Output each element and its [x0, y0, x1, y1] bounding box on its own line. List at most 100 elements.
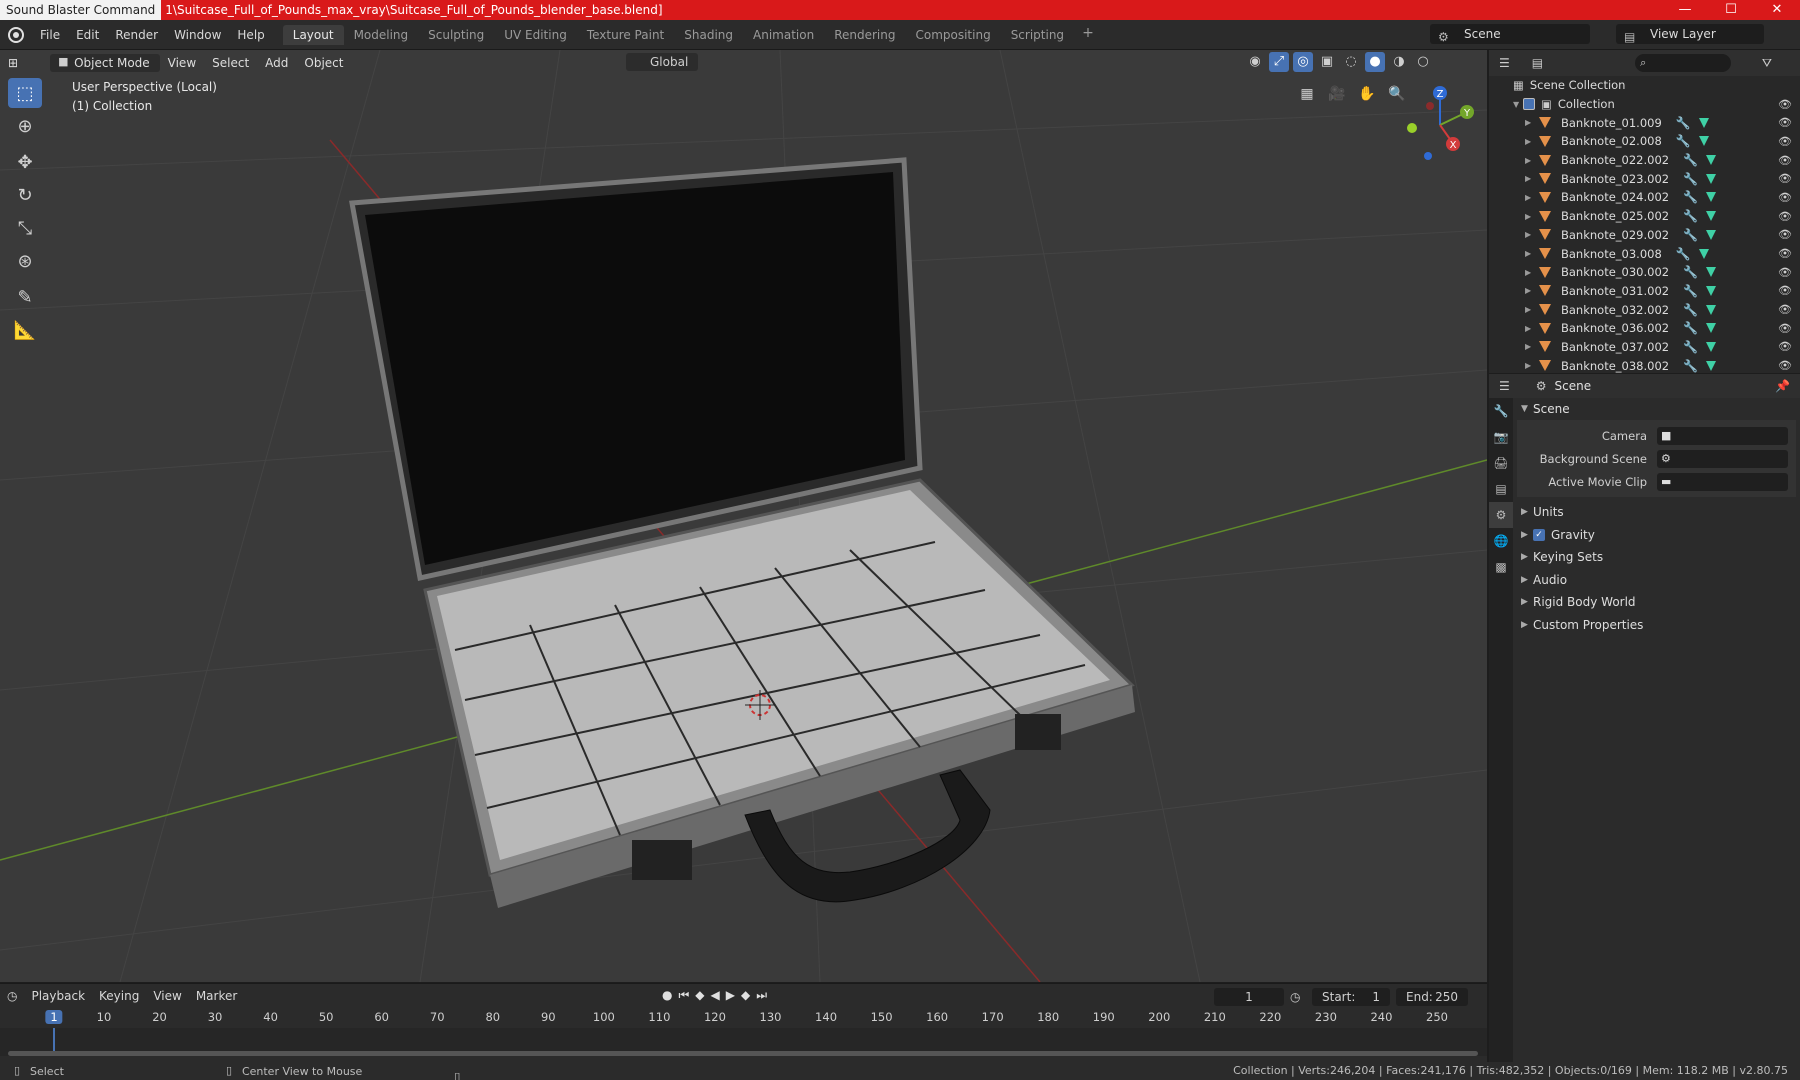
expand-arrow-icon[interactable]: ▶: [1525, 324, 1535, 333]
blender-logo-icon[interactable]: [8, 26, 24, 43]
outliner-object-row[interactable]: ▶ Banknote_031.002 🔧 👁: [1489, 282, 1800, 301]
modifier-wrench-icon[interactable]: 🔧: [1683, 321, 1698, 335]
modifier-wrench-icon[interactable]: 🔧: [1676, 116, 1691, 130]
eye-icon[interactable]: 👁: [1778, 303, 1792, 316]
play-reverse-icon[interactable]: ◀: [711, 988, 720, 1003]
menu-window[interactable]: Window: [166, 28, 229, 42]
outliner-object-row[interactable]: ▶ Banknote_030.002 🔧 👁: [1489, 263, 1800, 282]
outliner-object-row[interactable]: ▶ Banknote_036.002 🔧 👁: [1489, 319, 1800, 338]
tab-texture-paint[interactable]: Texture Paint: [577, 25, 674, 45]
outliner-object-row[interactable]: ▶ Banknote_02.008 🔧 👁: [1489, 132, 1800, 151]
eye-icon[interactable]: 👁: [1778, 116, 1792, 129]
expand-arrow-icon[interactable]: ▶: [1525, 156, 1535, 165]
modifier-wrench-icon[interactable]: 🔧: [1683, 190, 1698, 204]
outliner-editor-icon[interactable]: ☰: [1499, 56, 1510, 70]
current-frame-field[interactable]: 1: [1214, 988, 1284, 1006]
outliner-object-row[interactable]: ▶ Banknote_024.002 🔧 👁: [1489, 188, 1800, 207]
timeline-scrollbar[interactable]: [8, 1051, 1478, 1056]
mesh-data-icon[interactable]: [1698, 117, 1709, 128]
menu-render[interactable]: Render: [107, 28, 166, 42]
outliner-object-row[interactable]: ▶ Banknote_037.002 🔧 👁: [1489, 338, 1800, 357]
modifier-wrench-icon[interactable]: 🔧: [1683, 153, 1698, 167]
mesh-data-icon[interactable]: [1706, 267, 1717, 278]
mesh-data-icon[interactable]: [1706, 155, 1717, 166]
add-workspace-button[interactable]: +: [1074, 25, 1102, 45]
viewport-menu-object[interactable]: Object: [296, 54, 351, 72]
expand-arrow-icon[interactable]: ▶: [1525, 230, 1535, 239]
play-icon[interactable]: ▶: [726, 988, 735, 1003]
tool-tab-icon[interactable]: 🔧: [1489, 398, 1513, 424]
expand-arrow-icon[interactable]: ▶: [1525, 305, 1535, 314]
tab-layout[interactable]: Layout: [282, 24, 344, 45]
tab-modeling[interactable]: Modeling: [344, 25, 419, 45]
modifier-wrench-icon[interactable]: 🔧: [1683, 284, 1698, 298]
mesh-data-icon[interactable]: [1706, 211, 1717, 222]
timeline-menu-keying[interactable]: Keying: [92, 989, 146, 1003]
visibility-icon[interactable]: ◉: [1245, 52, 1265, 72]
tab-scripting[interactable]: Scripting: [1001, 25, 1074, 45]
viewport-menu-view[interactable]: View: [160, 54, 204, 72]
gravity-checkbox[interactable]: ✓: [1533, 528, 1545, 541]
display-mode-icon[interactable]: ▤: [1532, 56, 1543, 70]
modifier-wrench-icon[interactable]: 🔧: [1683, 303, 1698, 317]
keying-sets-panel-header[interactable]: ▶ Keying Sets: [1513, 546, 1800, 569]
mesh-data-icon[interactable]: [1706, 304, 1717, 315]
mesh-data-icon[interactable]: [1698, 136, 1709, 147]
scale-tool-icon[interactable]: ⤡: [8, 213, 42, 243]
rotate-tool-icon[interactable]: ↻: [8, 180, 42, 210]
xray-icon[interactable]: ▣: [1317, 52, 1337, 72]
expand-arrow-icon[interactable]: ▶: [1525, 361, 1535, 370]
wireframe-shading-icon[interactable]: ◌: [1341, 52, 1361, 72]
background-scene-field[interactable]: ⚙: [1657, 449, 1788, 468]
solid-shading-icon[interactable]: ●: [1365, 52, 1385, 72]
jump-end-icon[interactable]: ⏭: [756, 988, 767, 1003]
menu-edit[interactable]: Edit: [68, 28, 107, 42]
outliner-object-row[interactable]: ▶ Banknote_03.008 🔧 👁: [1489, 244, 1800, 263]
view-layer-tab-icon[interactable]: ▤: [1489, 476, 1513, 502]
end-frame-field[interactable]: End: 250: [1396, 988, 1468, 1006]
world-tab-icon[interactable]: 🌐: [1489, 528, 1513, 554]
expand-arrow-icon[interactable]: ▶: [1525, 118, 1535, 127]
prev-keyframe-icon[interactable]: ◆: [695, 988, 704, 1003]
outliner-object-row[interactable]: ▶ Banknote_022.002 🔧 👁: [1489, 151, 1800, 170]
outliner-object-row[interactable]: ▶ Banknote_01.009 🔧 👁: [1489, 113, 1800, 132]
select-box-tool-icon[interactable]: ⬚: [8, 78, 42, 108]
custom-properties-panel-header[interactable]: ▶ Custom Properties: [1513, 614, 1800, 637]
outliner-object-row[interactable]: ▶ Banknote_038.002 🔧 👁: [1489, 356, 1800, 375]
menu-file[interactable]: File: [32, 28, 68, 42]
eye-icon[interactable]: 👁: [1778, 98, 1792, 111]
mesh-data-icon[interactable]: [1706, 229, 1717, 240]
start-frame-field[interactable]: Start: 1: [1312, 988, 1390, 1006]
move-tool-icon[interactable]: ✥: [8, 147, 42, 177]
grid-view-icon[interactable]: ▦: [1295, 82, 1319, 106]
rendered-shading-icon[interactable]: ○: [1413, 52, 1433, 72]
modifier-wrench-icon[interactable]: 🔧: [1683, 228, 1698, 242]
expand-arrow-icon[interactable]: ▶: [1525, 137, 1535, 146]
annotate-tool-icon[interactable]: ✎: [8, 282, 42, 312]
editor-type-icon[interactable]: ⊞: [0, 54, 26, 72]
mesh-data-icon[interactable]: [1706, 323, 1717, 334]
render-tab-icon[interactable]: 📷: [1489, 424, 1513, 450]
menu-help[interactable]: Help: [229, 28, 272, 42]
eye-icon[interactable]: 👁: [1778, 322, 1792, 335]
navigation-gizmo[interactable]: Z Y X: [1400, 80, 1480, 160]
mesh-data-icon[interactable]: [1706, 360, 1717, 371]
outliner-search-input[interactable]: [1635, 54, 1732, 72]
output-tab-icon[interactable]: 🖨: [1489, 450, 1513, 476]
pan-hand-icon[interactable]: ✋: [1355, 82, 1379, 106]
expand-arrow-icon[interactable]: ▶: [1525, 193, 1535, 202]
next-keyframe-icon[interactable]: ◆: [741, 988, 750, 1003]
overlay-toggle-icon[interactable]: ◎: [1293, 52, 1313, 72]
tab-uv-editing[interactable]: UV Editing: [494, 25, 577, 45]
maximize-button[interactable]: ☐: [1708, 0, 1754, 20]
collapse-arrow-icon[interactable]: ▼: [1513, 100, 1523, 109]
audio-panel-header[interactable]: ▶ Audio: [1513, 569, 1800, 592]
tab-shading[interactable]: Shading: [674, 25, 743, 45]
viewport-menu-select[interactable]: Select: [204, 54, 257, 72]
mesh-data-icon[interactable]: [1706, 285, 1717, 296]
outliner-object-row[interactable]: ▶ Banknote_025.002 🔧 👁: [1489, 207, 1800, 226]
eye-icon[interactable]: 👁: [1778, 247, 1792, 260]
eye-icon[interactable]: 👁: [1778, 191, 1792, 204]
expand-arrow-icon[interactable]: ▶: [1525, 342, 1535, 351]
eye-icon[interactable]: 👁: [1778, 154, 1792, 167]
